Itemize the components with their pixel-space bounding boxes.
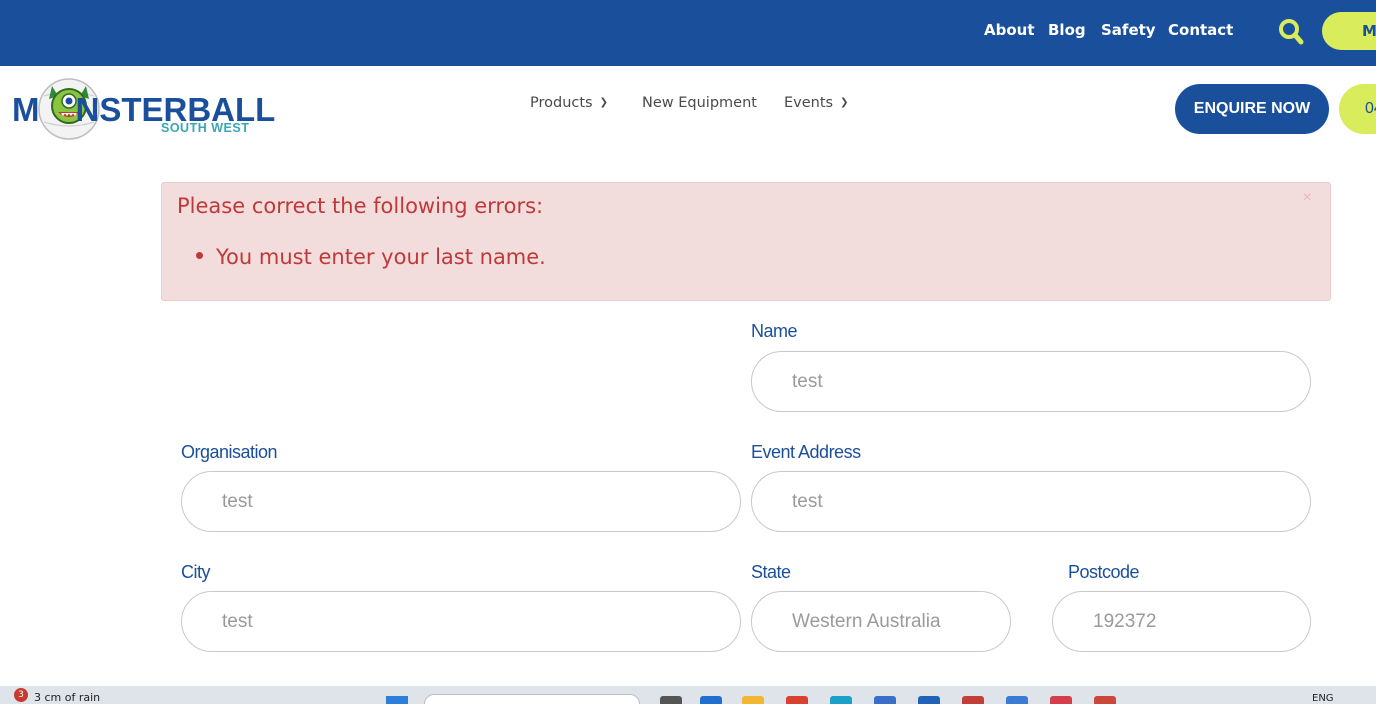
chevron-down-icon: ❯ bbox=[840, 97, 849, 108]
error-alert: Please correct the following errors: You… bbox=[161, 182, 1331, 301]
windows-start-icon[interactable] bbox=[386, 696, 408, 704]
mail-icon[interactable] bbox=[962, 696, 984, 704]
nav-item-label: New Equipment bbox=[642, 95, 757, 111]
chrome-icon[interactable] bbox=[786, 696, 808, 704]
logo-subtitle: SOUTH WEST bbox=[161, 121, 250, 135]
language-indicator[interactable]: ENG bbox=[1312, 693, 1334, 704]
file-explorer-icon[interactable] bbox=[742, 696, 764, 704]
topnav-safety-link[interactable]: Safety bbox=[1101, 21, 1156, 41]
taskview-icon[interactable] bbox=[660, 696, 682, 704]
enquire-now-button[interactable]: ENQUIRE NOW bbox=[1175, 84, 1329, 134]
name-field[interactable]: test bbox=[751, 351, 1311, 412]
close-icon[interactable]: × bbox=[1303, 189, 1312, 207]
calendar-icon[interactable] bbox=[1006, 696, 1028, 704]
nav-item-label: Products bbox=[530, 95, 593, 111]
widgets-icon[interactable] bbox=[700, 696, 722, 704]
weather-widget[interactable]: 3 cm of rain bbox=[34, 691, 100, 704]
nav-item-label: Events bbox=[784, 95, 834, 111]
app-icon[interactable] bbox=[1094, 696, 1116, 704]
city-label: City bbox=[181, 562, 211, 582]
postcode-field[interactable]: 192372 bbox=[1052, 591, 1311, 652]
topnav-blog-link[interactable]: Blog bbox=[1048, 21, 1086, 41]
outlook-icon[interactable] bbox=[918, 696, 940, 704]
search-icon[interactable] bbox=[1278, 18, 1304, 46]
name-label: Name bbox=[751, 321, 798, 341]
alert-title: Please correct the following errors: bbox=[177, 194, 544, 218]
bullet-icon bbox=[196, 252, 203, 259]
site-logo[interactable]: M NSTERBALL SOUTH WEST bbox=[12, 74, 275, 144]
edge-icon[interactable] bbox=[830, 696, 852, 704]
event-address-label: Event Address bbox=[751, 442, 861, 462]
alert-error-item: You must enter your last name. bbox=[196, 245, 546, 269]
state-field[interactable]: Western Australia bbox=[751, 591, 1011, 652]
organisation-field[interactable]: test bbox=[181, 471, 741, 532]
alert-error-text: You must enter your last name. bbox=[216, 245, 546, 269]
store-icon[interactable] bbox=[874, 696, 896, 704]
event-address-field[interactable]: test bbox=[751, 471, 1311, 532]
nav-item-products[interactable]: Products ❯ bbox=[530, 95, 608, 111]
top-cta-button[interactable]: M bbox=[1322, 12, 1376, 50]
nav-item-new-equipment[interactable]: New Equipment bbox=[642, 95, 757, 111]
app-icon[interactable] bbox=[1050, 696, 1072, 704]
state-label: State bbox=[751, 562, 791, 582]
topnav-about-link[interactable]: About bbox=[984, 21, 1035, 41]
postcode-label: Postcode bbox=[1068, 562, 1140, 582]
os-taskbar: 3 3 cm of rain ENG bbox=[0, 686, 1376, 704]
city-field[interactable]: test bbox=[181, 591, 741, 652]
nav-item-events[interactable]: Events ❯ bbox=[784, 95, 848, 111]
topnav-contact-link[interactable]: Contact bbox=[1168, 21, 1233, 41]
weather-badge: 3 bbox=[14, 688, 28, 702]
taskbar-search-box[interactable] bbox=[424, 694, 640, 704]
organisation-label: Organisation bbox=[181, 442, 278, 462]
chevron-down-icon: ❯ bbox=[599, 97, 608, 108]
